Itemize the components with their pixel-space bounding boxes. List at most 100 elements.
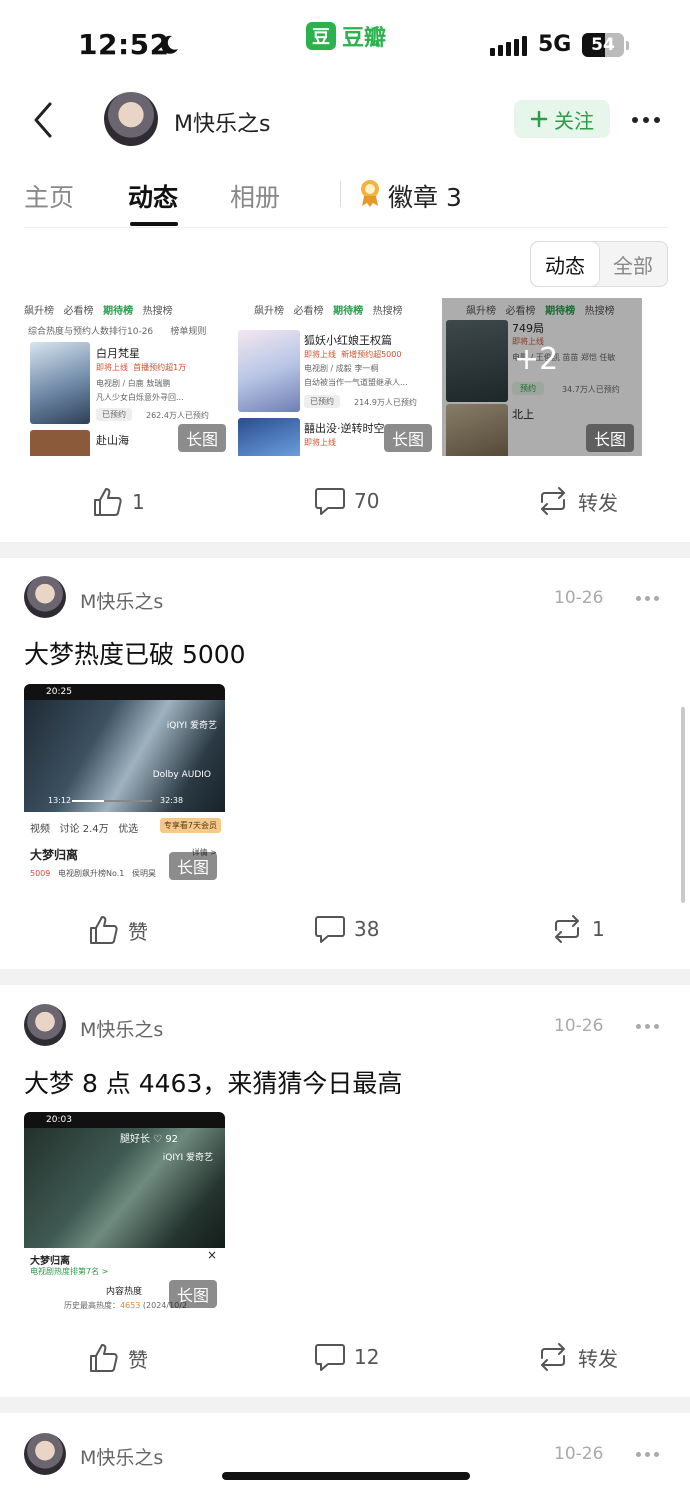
item-desc: 凡人少女白烁意外寻回...: [96, 393, 184, 402]
gallery-image-3[interactable]: 飙升榜 必看榜 期待榜 热搜榜 749局 即将上线 电影 / 王俊凯 苗苗 郑恺…: [442, 298, 642, 456]
repost-count: 1: [592, 917, 605, 941]
thumbs-up-icon: [94, 488, 122, 516]
rank-subtitle: 综合热度与预约人数排行10-26 榜单规则: [28, 324, 206, 337]
history-label: 历史最高热度：: [64, 1301, 120, 1310]
plus-icon: [530, 110, 548, 128]
video-brand: iQIYI 爱奇艺: [166, 721, 217, 731]
repost-button[interactable]: 转发: [536, 486, 618, 516]
thumbs-up-icon: [90, 916, 118, 944]
comment-button[interactable]: 12: [314, 1342, 379, 1372]
filter-feed[interactable]: 动态: [531, 242, 599, 286]
tab-badges-label: 徽章: [388, 183, 439, 212]
post-more-icon[interactable]: [636, 1452, 659, 1457]
like-button[interactable]: 赞: [88, 914, 148, 946]
post-actions: 1 70 转发: [0, 472, 690, 532]
item-meta: 电视剧 / 白鹿 敖瑞鹏: [96, 379, 171, 388]
video-overlay-text: 腿好长 ♡ 92: [120, 1134, 179, 1145]
douban-logo-icon: 豆: [306, 22, 336, 50]
like-button[interactable]: 1: [92, 486, 145, 518]
post-text: 大梦热度已破 5000: [24, 640, 246, 669]
tab-active-indicator: [130, 222, 178, 226]
avatar[interactable]: [24, 1004, 66, 1046]
item-tag: 新增预约超5000: [341, 350, 402, 359]
long-image-tag: 长图: [585, 424, 634, 452]
comment-count: 12: [354, 1345, 380, 1369]
avatar[interactable]: [104, 92, 158, 146]
filter-all[interactable]: 全部: [599, 242, 667, 286]
item-tag: 即将上线: [304, 438, 336, 447]
scrollbar[interactable]: [681, 707, 685, 903]
battery-cap: [626, 41, 629, 50]
tab-badges-count: 3: [445, 183, 462, 212]
follow-button[interactable]: 关注: [514, 100, 610, 138]
item-desc: 自幼被当作一气道盟继承人...: [304, 378, 408, 387]
battery-icon: 54: [582, 33, 624, 57]
tab-home[interactable]: 主页: [24, 178, 74, 214]
comment-icon: [315, 916, 345, 943]
reserved-pill: 已预约: [96, 408, 132, 421]
post-username[interactable]: M快乐之s: [80, 1015, 163, 1042]
video-frame: 腿好长 ♡ 92 iQIYI 爱奇艺: [24, 1128, 225, 1248]
avatar[interactable]: [24, 576, 66, 618]
item-tag: 首播预约超1万: [133, 363, 187, 372]
rank-tab: 热搜榜: [372, 306, 403, 317]
post-actions: 赞 38 1: [0, 900, 690, 960]
tabs-divider: [24, 227, 668, 228]
rank-tab: 期待榜: [103, 306, 134, 317]
tab-album[interactable]: 相册: [230, 178, 280, 214]
post-username[interactable]: M快乐之s: [80, 587, 163, 614]
reserve-count: 214.9万人已预约: [354, 398, 417, 407]
home-indicator[interactable]: [222, 1472, 470, 1480]
poster-image: [238, 330, 300, 412]
app-name: 豆瓣: [342, 26, 387, 51]
comment-button[interactable]: 70: [314, 486, 379, 516]
app-brand: 豆 豆瓣: [306, 20, 386, 52]
repost-button[interactable]: 转发: [536, 1342, 618, 1372]
signal-icon: [490, 36, 527, 56]
comment-button[interactable]: 38: [314, 914, 379, 944]
post-username[interactable]: M快乐之s: [80, 1443, 163, 1470]
item-title: 白月梵星: [96, 347, 140, 360]
video-tab: 视频: [30, 824, 50, 835]
post-date: 10-26: [554, 1444, 604, 1464]
back-icon[interactable]: [28, 100, 58, 140]
comment-count: 70: [354, 489, 380, 513]
rank-tab: 必看榜: [293, 306, 324, 317]
post-image[interactable]: 20:03 腿好长 ♡ 92 iQIYI 爱奇艺 大梦归离 电视剧热度排第7名 …: [24, 1112, 225, 1312]
repost-icon: [541, 1343, 565, 1371]
rank-tabs: 飙升榜 必看榜 期待榜 热搜榜: [24, 302, 234, 317]
long-image-tag: 长图: [168, 852, 217, 880]
rank-tabs: 飙升榜 必看榜 期待榜 热搜榜: [254, 302, 440, 317]
gallery-image-1[interactable]: 飙升榜 必看榜 期待榜 热搜榜 综合热度与预约人数排行10-26 榜单规则 白月…: [24, 298, 234, 456]
post-date: 10-26: [554, 1016, 604, 1036]
long-image-tag: 长图: [177, 424, 226, 452]
tab-badges[interactable]: 徽章 3: [388, 178, 462, 214]
item-title: 赴山海: [96, 434, 129, 447]
gallery-image-2[interactable]: 飙升榜 必看榜 期待榜 热搜榜 狐妖小红娘王权篇 即将上线 新增预约超5000 …: [234, 298, 440, 456]
tab-feed[interactable]: 动态: [128, 178, 178, 214]
comment-icon: [315, 488, 345, 515]
video-tab: 优选: [118, 824, 139, 835]
repost-button[interactable]: 1: [550, 914, 605, 944]
heat-value: 5009: [30, 869, 51, 878]
thumbs-up-icon: [90, 1344, 118, 1372]
poster-image: [238, 418, 300, 456]
post-image[interactable]: 20:25 iQIYI 爱奇艺 Dolby AUDIO 13:12 32:38 …: [24, 684, 225, 884]
post-text: 大梦 8 点 4463，来猜猜今日最高: [24, 1069, 403, 1098]
rank-rules: 榜单规则: [170, 327, 207, 337]
item-tag: 即将上线: [304, 350, 336, 359]
video-progress-fill: [72, 800, 105, 802]
avatar[interactable]: [24, 1433, 66, 1475]
show-meta: 5009 电视剧飙升榜No.1 侯明昊: [30, 868, 156, 879]
item-title: 囍出没·逆转时空: [304, 422, 385, 435]
status-time: 12:52: [78, 28, 170, 61]
rank-subtitle-text: 综合热度与预约人数排行10-26: [28, 327, 154, 337]
post-more-icon[interactable]: [636, 1024, 659, 1029]
poster-image: [30, 430, 90, 456]
network-type: 5G: [538, 32, 572, 57]
post-divider: [0, 542, 690, 558]
more-icon[interactable]: [632, 117, 660, 123]
like-button[interactable]: 赞: [88, 1342, 148, 1374]
post-more-icon[interactable]: [636, 596, 659, 601]
rank-tab: 飙升榜: [254, 306, 284, 317]
